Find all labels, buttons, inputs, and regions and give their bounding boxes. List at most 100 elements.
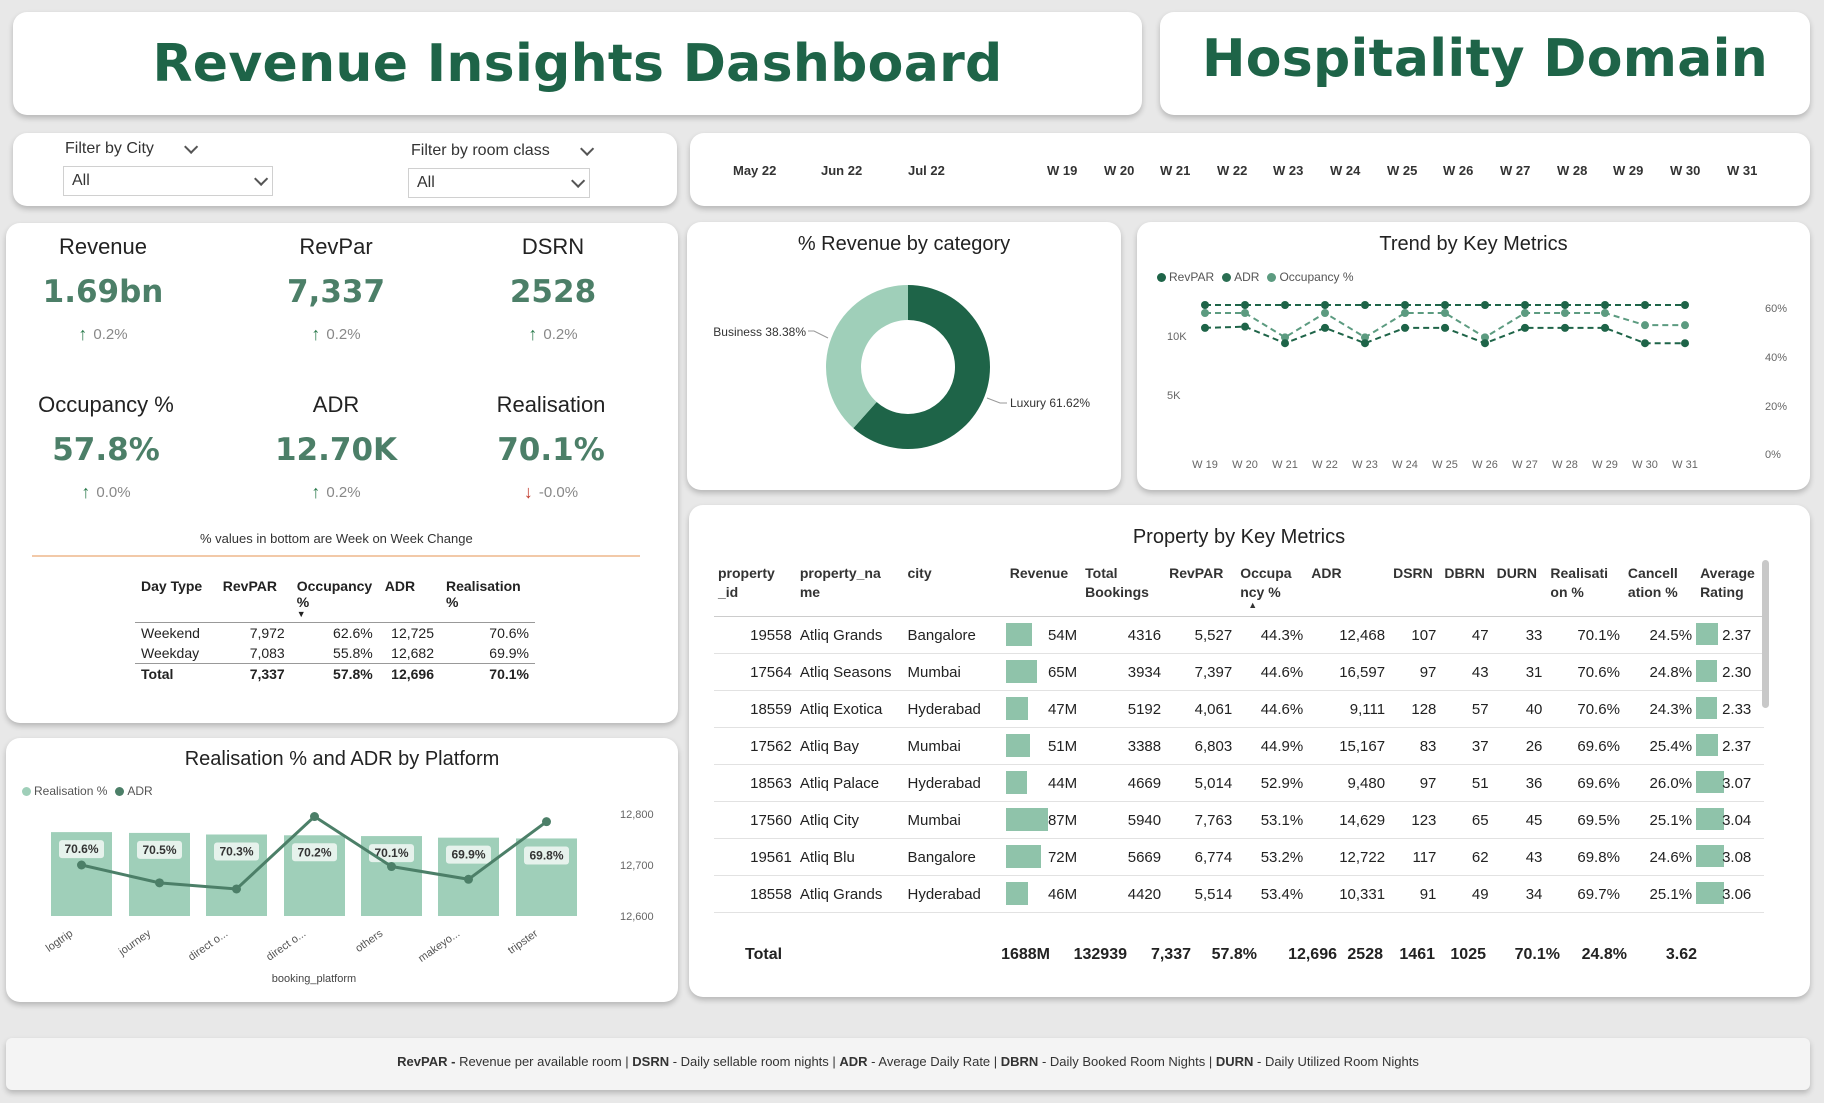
adr-point[interactable] [1601,301,1609,309]
col-day-type[interactable]: Day Type [135,576,217,623]
city-select[interactable]: All [63,166,273,196]
donut-slice-business[interactable] [826,285,908,429]
table-row[interactable]: 18558 Atliq Grands Hyderabad 46M 4420 5,514 53… [714,875,1764,913]
timeline-item[interactable]: W 26 [1443,163,1473,178]
column-header[interactable]: ADR [1307,560,1390,617]
table-row[interactable]: 19561 Atliq Blu Bangalore 72M 5669 6,774 53.2%… [714,838,1764,876]
column-header[interactable]: DURN [1492,560,1547,617]
adr-point[interactable] [310,812,319,822]
legend-revpar[interactable]: RevPAR [1157,270,1214,284]
timeline-item[interactable]: May 22 [733,163,776,178]
adr-point[interactable] [77,860,86,870]
table-row[interactable]: 18559 Atliq Exotica Hyderabad 47M 5192 4,061 4… [714,690,1764,728]
adr-point[interactable] [542,817,551,827]
adr-point[interactable] [232,884,241,894]
occupancy-point[interactable] [1401,309,1409,317]
occupancy-point[interactable] [1521,309,1529,317]
column-header[interactable]: Revenue [1005,560,1082,617]
revpar-point[interactable] [1601,323,1609,332]
occupancy-point[interactable] [1321,309,1329,317]
revpar-point[interactable] [1641,339,1649,348]
adr-point[interactable] [1201,301,1209,309]
column-header[interactable]: Occupa ncy % ▲ [1236,560,1308,617]
occupancy-point[interactable] [1241,309,1249,317]
timeline-item[interactable]: W 21 [1160,163,1190,178]
adr-point[interactable] [464,874,473,884]
platform-chart[interactable]: 70.6% 70.5% 70.3% 70.2% 70.1% 69.9% 69.8%12,80… [6,795,678,995]
timeline-item[interactable]: W 28 [1557,163,1587,178]
table-scrollbar[interactable] [1762,560,1769,708]
table-row[interactable]: Weekday 7,083 55.8% 12,682 69.9% [135,643,535,664]
legend-occupancy[interactable]: Occupancy % [1267,270,1354,284]
timeline-item[interactable]: W 20 [1104,163,1134,178]
timeline-item[interactable]: W 22 [1217,163,1247,178]
revpar-point[interactable] [1481,339,1489,348]
table-row[interactable]: Weekend 7,972 62.6% 12,725 70.6% [135,623,535,644]
adr-point[interactable] [1481,301,1489,309]
city-filter[interactable]: Filter by City All [63,139,273,196]
column-header[interactable]: Cancell ation % [1623,560,1697,617]
room-select[interactable]: All [408,168,590,198]
table-row[interactable]: 17562 Atliq Bay Mumbai 51M 3388 6,803 44.9% 15,… [714,727,1764,765]
timeline-item[interactable]: W 27 [1500,163,1530,178]
table-row[interactable]: 18563 Atliq Palace Hyderabad 44M 4669 5,014 52… [714,764,1764,802]
revpar-point[interactable] [1521,323,1529,332]
timeline-item[interactable]: W 19 [1047,163,1077,178]
adr-point[interactable] [1361,301,1369,309]
column-header[interactable]: Realisati on % [1546,560,1624,617]
revpar-point[interactable] [1401,323,1409,332]
room-class-filter[interactable]: Filter by room class All [408,141,594,198]
timeline-item[interactable]: W 31 [1727,163,1757,178]
timeline-item[interactable]: W 24 [1330,163,1360,178]
adr-point[interactable] [387,862,396,872]
column-header[interactable]: property_na me [795,560,904,617]
donut-chart[interactable]: Business 38.38% Luxury 61.62% [687,270,1121,480]
adr-point[interactable] [155,878,164,888]
occupancy-point[interactable] [1601,309,1609,317]
timeline-item[interactable]: W 25 [1387,163,1417,178]
column-header[interactable]: RevPAR [1165,560,1237,617]
adr-point[interactable] [1681,301,1689,309]
occupancy-point[interactable] [1441,309,1449,317]
timeline-item[interactable]: W 23 [1273,163,1303,178]
col-adr[interactable]: ADR [378,576,440,623]
occupancy-point[interactable] [1681,321,1689,330]
column-header[interactable]: Average Rating [1696,560,1764,617]
timeline-item[interactable]: W 29 [1613,163,1643,178]
adr-point[interactable] [1241,301,1249,309]
col-revpar[interactable]: RevPAR [216,576,291,623]
chevron-down-icon[interactable] [183,139,199,154]
revpar-point[interactable] [1321,323,1329,332]
table-row[interactable]: 17564 Atliq Seasons Mumbai 65M 3934 7,397 44.6… [714,653,1764,691]
column-header[interactable]: DSRN [1389,560,1441,617]
occupancy-point[interactable] [1641,321,1649,330]
legend-adr[interactable]: ADR [1222,270,1259,284]
revpar-point[interactable] [1361,339,1369,348]
column-header[interactable]: city [903,560,1006,617]
revpar-point[interactable] [1281,339,1289,348]
adr-point[interactable] [1321,301,1329,309]
adr-point[interactable] [1401,301,1409,309]
revpar-point[interactable] [1561,323,1569,332]
trend-chart[interactable]: 10K 5K 60% 40% 20% 0% W 19 W 20 W 21 W 22 W 23 W 24… [1137,285,1810,475]
table-row[interactable]: 17560 Atliq City Mumbai 87M 5940 7,763 53.1% 14… [714,801,1764,839]
adr-point[interactable] [1561,301,1569,309]
adr-point[interactable] [1441,301,1449,309]
column-header[interactable]: property _id [714,560,796,617]
revpar-point[interactable] [1241,322,1249,331]
adr-point[interactable] [1281,301,1289,309]
timeline-item[interactable]: Jun 22 [821,163,862,178]
col-realisation[interactable]: Realisation % [440,576,535,623]
revpar-point[interactable] [1441,323,1449,332]
timeline-item[interactable]: W 30 [1670,163,1700,178]
table-row[interactable]: 19558 Atliq Grands Bangalore 54M 4316 5,527 44… [714,616,1764,654]
column-header[interactable]: DBRN [1440,560,1493,617]
occupancy-point[interactable] [1201,309,1209,317]
column-header[interactable]: Total Bookings [1081,560,1166,617]
occupancy-point[interactable] [1561,309,1569,317]
col-occupancy[interactable]: Occupancy % ▼ [290,576,379,623]
revpar-point[interactable] [1681,339,1689,348]
revpar-point[interactable] [1201,323,1209,332]
timeline-item[interactable]: Jul 22 [908,163,945,178]
adr-point[interactable] [1521,301,1529,309]
